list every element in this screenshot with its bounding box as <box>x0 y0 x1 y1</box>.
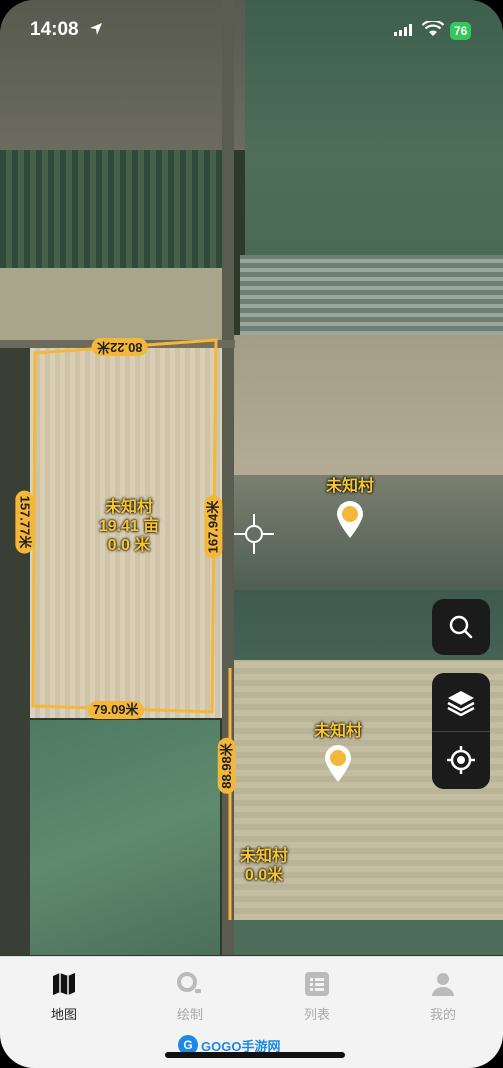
edge-length-top: 80.22米 <box>92 338 148 356</box>
map-control-group <box>432 673 490 789</box>
map-icon <box>24 969 104 999</box>
map-pin[interactable] <box>334 500 366 540</box>
satellite-map[interactable]: 80.22米 157.77米 167.94米 79.09米 88.98米 未知村… <box>0 0 503 955</box>
map-search-button[interactable] <box>432 599 490 655</box>
edge-length-right: 167.94米 <box>204 495 223 559</box>
signal-icon <box>394 24 412 36</box>
search-icon <box>449 615 473 639</box>
location-arrow-icon <box>90 23 102 35</box>
draw-icon <box>150 969 230 999</box>
layers-button[interactable] <box>432 673 490 731</box>
selected-field-label[interactable]: 未知村 19.41 亩 0.0 米 <box>70 498 188 555</box>
layers-icon <box>447 690 475 716</box>
location-pin-icon <box>325 745 351 782</box>
field-boundary-overlay <box>31 338 232 920</box>
field-area: 19.41 亩 <box>98 518 160 535</box>
wifi-icon <box>422 21 444 36</box>
pin-label: 未知村 <box>325 478 374 495</box>
lower-field-label[interactable]: 未知村 0.0米 <box>222 847 306 885</box>
tab-list[interactable]: 列表 <box>277 969 357 1023</box>
pin-label: 未知村 <box>313 723 362 740</box>
tab-map[interactable]: 地图 <box>24 969 104 1023</box>
tab-label: 绘制 <box>176 1007 203 1022</box>
field-perimeter: 0.0米 <box>244 867 284 884</box>
locate-button[interactable] <box>432 731 490 789</box>
tab-label: 列表 <box>303 1007 330 1022</box>
list-icon <box>277 969 357 999</box>
location-pin-icon <box>337 501 363 538</box>
status-time: 14:08 <box>30 19 79 40</box>
status-bar: 14:08 76 <box>0 0 503 60</box>
home-indicator[interactable] <box>165 1052 345 1058</box>
profile-icon <box>403 969 483 999</box>
tab-profile[interactable]: 我的 <box>403 969 483 1023</box>
tab-draw[interactable]: 绘制 <box>150 969 230 1023</box>
crosshair-icon <box>234 514 274 554</box>
app-screen: 80.22米 157.77米 167.94米 79.09米 88.98米 未知村… <box>0 0 503 1068</box>
edge-length-left: 157.77米 <box>15 490 34 554</box>
side-edge-length: 88.98米 <box>217 738 236 794</box>
edge-length-bottom: 79.09米 <box>88 701 144 719</box>
map-pin[interactable] <box>322 744 354 784</box>
locate-icon <box>447 746 475 775</box>
battery-indicator: 76 <box>450 22 472 40</box>
field-perimeter: 0.0 米 <box>107 537 151 554</box>
tab-label: 地图 <box>50 1007 77 1022</box>
tab-label: 我的 <box>429 1007 456 1022</box>
field-name: 未知村 <box>104 499 153 516</box>
field-name: 未知村 <box>239 848 288 865</box>
